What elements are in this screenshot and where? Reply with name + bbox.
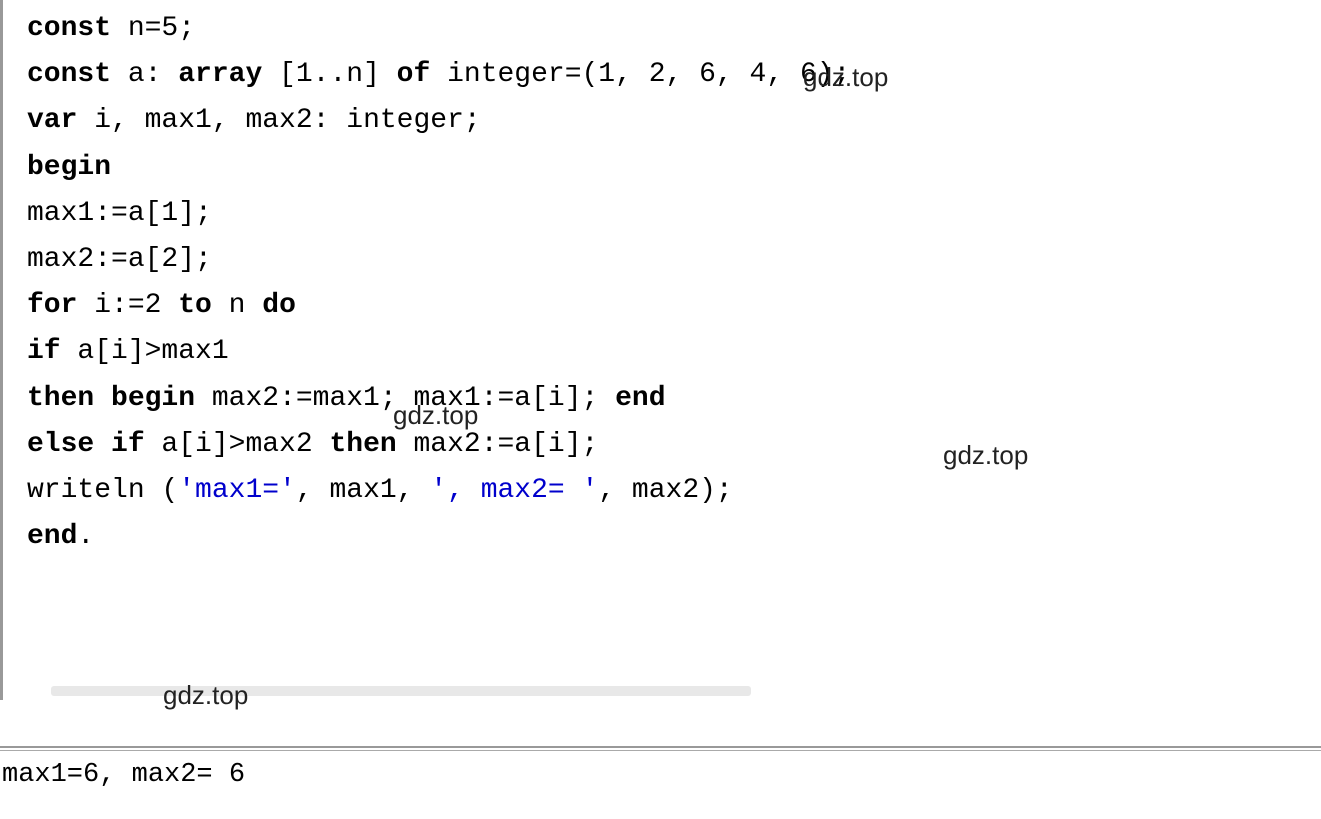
keyword-then-begin: then begin (27, 383, 195, 414)
code-text: n=5; (111, 13, 195, 44)
output-text: max1=6, max2= 6 (2, 760, 245, 790)
code-line-11: writeln ('max1=', max1, ', max2= ', max2… (27, 468, 1321, 514)
code-text: max2:=a[2]; (27, 244, 212, 275)
code-text: , max1, (296, 475, 430, 506)
code-text: max2:=a[i]; (397, 429, 599, 460)
code-editor[interactable]: const n=5; const a: array [1..n] of inte… (0, 0, 1321, 700)
keyword-for: for (27, 290, 77, 321)
code-line-6: max2:=a[2]; (27, 237, 1321, 283)
code-line-10: else if a[i]>max2 then max2:=a[i]; (27, 422, 1321, 468)
code-line-12: end. (27, 514, 1321, 560)
keyword-begin: begin (27, 152, 111, 183)
code-line-5: max1:=a[1]; (27, 191, 1321, 237)
code-text: a[i]>max2 (145, 429, 330, 460)
keyword-var: var (27, 105, 77, 136)
code-line-1: const n=5; (27, 6, 1321, 52)
code-text: a: (111, 59, 178, 90)
code-line-3: var i, max1, max2: integer; (27, 98, 1321, 144)
string-literal: ', max2= ' (430, 475, 598, 506)
code-text: a[i]>max1 (61, 336, 229, 367)
code-line-2: const a: array [1..n] of integer=(1, 2, … (27, 52, 1321, 98)
code-text: . (77, 521, 94, 552)
code-text: max1:=a[1]; (27, 198, 212, 229)
keyword-end: end (27, 521, 77, 552)
code-text: integer=(1, 2, 6, 4, 6); (430, 59, 850, 90)
keyword-end: end (615, 383, 665, 414)
code-text: i:=2 (77, 290, 178, 321)
keyword-const: const (27, 59, 111, 90)
keyword-array: array (178, 59, 262, 90)
code-line-8: if a[i]>max1 (27, 329, 1321, 375)
output-panel: max1=6, max2= 6 (2, 760, 245, 790)
keyword-if: if (27, 336, 61, 367)
code-line-9: then begin max2:=max1; max1:=a[i]; end (27, 376, 1321, 422)
code-text: [1..n] (262, 59, 396, 90)
horizontal-scrollbar[interactable] (51, 686, 751, 696)
code-text: n (212, 290, 262, 321)
string-literal: 'max1=' (178, 475, 296, 506)
keyword-of: of (397, 59, 431, 90)
keyword-do: do (262, 290, 296, 321)
code-text: i, max1, max2: integer; (77, 105, 480, 136)
code-text: writeln ( (27, 475, 178, 506)
keyword-then: then (329, 429, 396, 460)
code-text: max2:=max1; max1:=a[i]; (195, 383, 615, 414)
panel-separator (0, 746, 1321, 751)
keyword-to: to (178, 290, 212, 321)
code-text: , max2); (598, 475, 732, 506)
keyword-else-if: else if (27, 429, 145, 460)
code-line-7: for i:=2 to n do (27, 283, 1321, 329)
keyword-const: const (27, 13, 111, 44)
code-line-4: begin (27, 145, 1321, 191)
